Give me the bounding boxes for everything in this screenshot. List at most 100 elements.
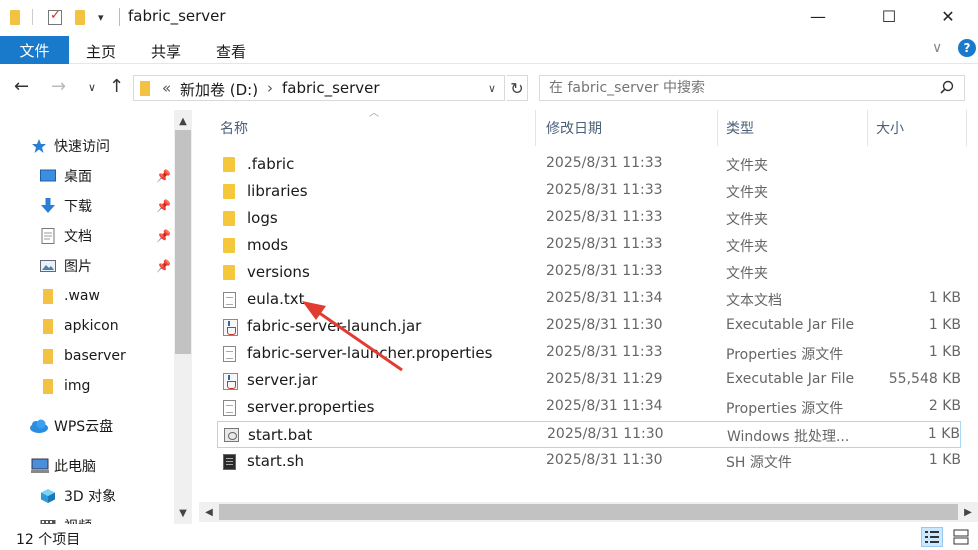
pin-icon[interactable]: 📌 <box>156 229 171 243</box>
sidebar-item-label: img <box>64 378 91 394</box>
sidebar-item-wps-cloud[interactable]: WPS云盘 <box>0 411 174 441</box>
divider <box>32 8 33 26</box>
table-row[interactable]: server.properties 2025/8/31 11:34 Properti… <box>217 394 961 421</box>
tab-file[interactable]: 文件 <box>0 36 69 64</box>
table-row[interactable]: .fabric 2025/8/31 11:33 文件夹 <box>217 151 961 178</box>
minimize-button[interactable]: — <box>795 0 841 32</box>
desktop-icon <box>40 169 56 182</box>
table-row[interactable]: mods 2025/8/31 11:33 文件夹 <box>217 232 961 259</box>
file-size: 2 KB <box>928 398 961 414</box>
breadcrumb-separator[interactable]: › <box>267 79 273 97</box>
table-row[interactable]: start.sh 2025/8/31 11:30 SH 源文件 1 KB <box>217 448 961 475</box>
pin-icon[interactable]: 📌 <box>156 259 171 273</box>
file-date: 2025/8/31 11:29 <box>546 371 663 387</box>
properties-icon[interactable] <box>48 8 62 26</box>
scroll-right-icon[interactable]: ▶ <box>959 504 977 520</box>
expand-ribbon-icon[interactable]: ∨ <box>932 40 942 56</box>
file-name: logs <box>247 209 278 227</box>
scrollbar-thumb[interactable] <box>219 504 958 520</box>
column-header-name[interactable]: 名称 <box>220 110 540 146</box>
breadcrumb-drive[interactable]: 新加卷 (D:) <box>180 79 258 100</box>
column-header-size[interactable]: 大小 <box>876 110 904 146</box>
divider <box>119 8 120 26</box>
file-name: start.sh <box>247 452 305 470</box>
sidebar-item-label: 此电脑 <box>54 459 96 475</box>
large-icons-view-button[interactable] <box>950 527 972 547</box>
horizontal-scrollbar[interactable]: ◀ ▶ <box>199 502 978 522</box>
column-divider[interactable] <box>867 110 868 146</box>
file-date: 2025/8/31 11:34 <box>546 398 663 414</box>
column-divider[interactable] <box>717 110 718 146</box>
table-row[interactable]: logs 2025/8/31 11:33 文件夹 <box>217 205 961 232</box>
table-row[interactable]: fabric-server-launcher.properties 2025/8/… <box>217 340 961 367</box>
up-arrow-icon[interactable]: ↑ <box>109 76 124 97</box>
breadcrumb-folder[interactable]: fabric_server <box>282 79 380 97</box>
scroll-up-icon[interactable]: ▲ <box>174 112 192 130</box>
tab-home[interactable]: 主页 <box>86 41 116 62</box>
sidebar-item-documents[interactable]: 文档 📌 <box>0 221 174 251</box>
sidebar-item-baserver[interactable]: baserver <box>0 341 174 371</box>
file-date: 2025/8/31 11:30 <box>546 452 663 468</box>
table-row[interactable]: fabric-server-launch.jar 2025/8/31 11:30 E… <box>217 313 961 340</box>
sidebar-item-pictures[interactable]: 图片 📌 <box>0 251 174 281</box>
file-name: start.bat <box>248 426 313 444</box>
navigation-pane: 快速访问 桌面 📌 下载 📌 文档 📌 图片 📌 .waw apkicon ba… <box>0 110 174 524</box>
file-size: 1 KB <box>927 426 960 442</box>
tab-share[interactable]: 共享 <box>151 41 181 62</box>
pin-icon[interactable]: 📌 <box>156 169 171 183</box>
file-type: Windows 批处理... <box>727 429 850 445</box>
search-box[interactable] <box>539 75 965 101</box>
sidebar-scrollbar[interactable]: ▲ ▼ <box>174 110 192 524</box>
table-row[interactable]: eula.txt 2025/8/31 11:34 文本文档 1 KB <box>217 286 961 313</box>
scrollbar-thumb[interactable] <box>175 130 191 354</box>
table-row[interactable]: start.bat 2025/8/31 11:30 Windows 批处理... 1 … <box>217 421 961 448</box>
sidebar-item-img[interactable]: img <box>0 371 174 401</box>
close-button[interactable]: ✕ <box>925 0 971 32</box>
pin-icon[interactable]: 📌 <box>156 199 171 213</box>
address-bar[interactable]: « 新加卷 (D:) › fabric_server ∨ <box>133 75 505 101</box>
file-date: 2025/8/31 11:33 <box>546 155 663 171</box>
breadcrumb-overflow[interactable]: « <box>162 79 171 97</box>
sidebar-item-quick-access[interactable]: 快速访问 <box>0 131 174 161</box>
sidebar-item-3d-objects[interactable]: 3D 对象 <box>0 481 174 511</box>
table-row[interactable]: libraries 2025/8/31 11:33 文件夹 <box>217 178 961 205</box>
file-size: 1 KB <box>928 290 961 306</box>
sidebar-item-desktop[interactable]: 桌面 📌 <box>0 161 174 191</box>
column-divider[interactable] <box>535 110 536 146</box>
address-dropdown-icon[interactable]: ∨ <box>488 82 496 95</box>
search-input[interactable] <box>549 79 929 97</box>
back-arrow-icon[interactable]: ← <box>14 76 29 97</box>
folder-icon <box>223 157 235 172</box>
column-header-date[interactable]: 修改日期 <box>546 110 602 146</box>
scroll-left-icon[interactable]: ◀ <box>200 504 218 520</box>
recent-locations-icon[interactable]: ∨ <box>88 81 96 94</box>
tab-view[interactable]: 查看 <box>216 41 246 62</box>
file-size: 55,548 KB <box>888 371 961 387</box>
scroll-down-icon[interactable]: ▼ <box>174 504 192 522</box>
sidebar-item-label: apkicon <box>64 318 119 334</box>
search-icon[interactable] <box>940 80 954 94</box>
column-header-type[interactable]: 类型 <box>726 110 754 146</box>
forward-arrow-icon[interactable]: → <box>51 76 66 97</box>
table-row[interactable]: server.jar 2025/8/31 11:29 Executable Jar … <box>217 367 961 394</box>
file-date: 2025/8/31 11:30 <box>546 317 663 333</box>
customize-quick-access-icon[interactable]: ▾ <box>98 8 104 26</box>
file-name: server.properties <box>247 398 375 416</box>
sidebar-item-label: 3D 对象 <box>64 489 117 505</box>
sidebar-item-waw[interactable]: .waw <box>0 281 174 311</box>
maximize-button[interactable]: ☐ <box>866 0 912 32</box>
sidebar-item-video[interactable]: 视频 <box>0 511 174 524</box>
new-folder-icon[interactable] <box>75 8 85 26</box>
ribbon-tabs: 文件 主页 共享 查看 ∨ ? <box>0 34 978 64</box>
folder-icon <box>43 318 53 334</box>
file-name: mods <box>247 236 289 254</box>
table-row[interactable]: versions 2025/8/31 11:33 文件夹 <box>217 259 961 286</box>
help-icon[interactable]: ? <box>958 39 976 57</box>
refresh-icon[interactable]: ↻ <box>507 75 528 101</box>
sidebar-item-apkicon[interactable]: apkicon <box>0 311 174 341</box>
file-type: Executable Jar File <box>726 371 855 387</box>
sidebar-item-downloads[interactable]: 下载 📌 <box>0 191 174 221</box>
column-divider[interactable] <box>966 110 967 146</box>
details-view-button[interactable] <box>921 527 943 547</box>
sidebar-item-this-pc[interactable]: 此电脑 <box>0 451 174 481</box>
